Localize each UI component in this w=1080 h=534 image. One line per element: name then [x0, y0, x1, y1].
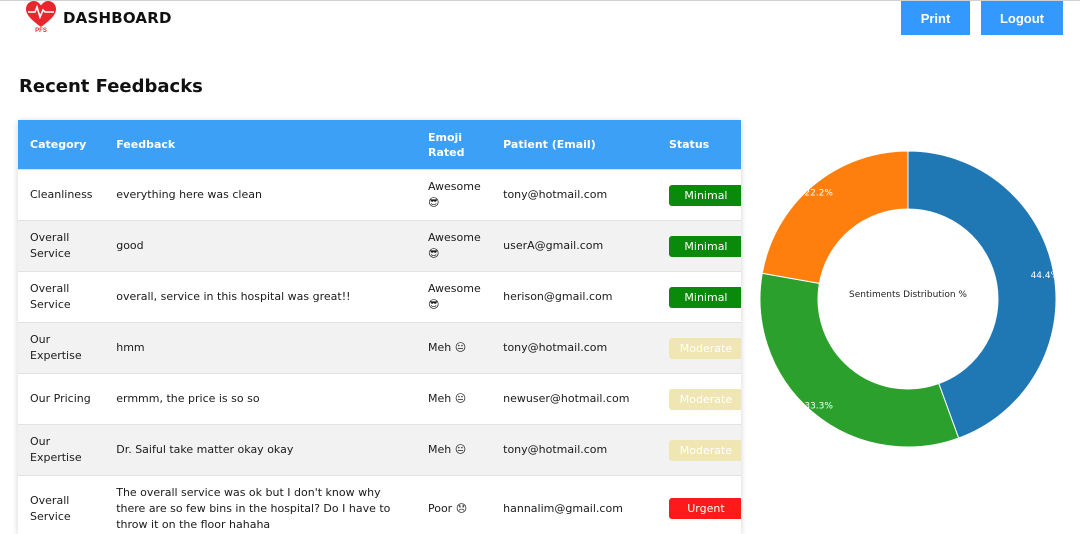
pie-slice: [761, 150, 909, 284]
print-button[interactable]: Print: [901, 1, 970, 35]
cell-email: tony@hotmail.com: [491, 322, 657, 374]
column-header-feedback: Feedback: [104, 120, 416, 170]
cell-emoji: Awesome 😎: [415, 271, 492, 323]
status-badge: Moderate: [668, 439, 741, 461]
cell-status: Minimal: [656, 169, 741, 221]
column-header-email: Patient (Email): [491, 120, 657, 170]
table-row: Our Expertise hmm Meh 😐 tony@hotmail.com…: [18, 322, 741, 374]
table-row: Our Pricing ermmm, the price is so so Me…: [18, 373, 741, 425]
table-header-row: Category Feedback Emoji Rated Patient (E…: [18, 120, 741, 170]
cell-feedback: good: [104, 220, 416, 272]
logout-button[interactable]: Logout: [981, 1, 1063, 35]
column-header-emoji: Emoji Rated: [415, 120, 492, 170]
cell-email: herison@gmail.com: [491, 271, 657, 323]
cell-status: Urgent: [656, 475, 741, 534]
cell-emoji: Meh 😐: [415, 322, 492, 374]
header: PFS DASHBOARD Print Logout: [0, 0, 1080, 40]
app-title: DASHBOARD: [63, 9, 172, 27]
cell-status: Moderate: [656, 322, 741, 374]
cell-category: Overall Service: [18, 475, 105, 534]
heart-logo-icon: PFS: [26, 1, 56, 34]
table-row: Cleanliness everything here was clean Aw…: [18, 169, 741, 221]
cell-status: Minimal: [656, 220, 741, 272]
cell-emoji: Meh 😐: [415, 424, 492, 476]
cell-email: tony@hotmail.com: [491, 169, 657, 221]
cell-email: userA@gmail.com: [491, 220, 657, 272]
table-row: Our Expertise Dr. Saiful take matter oka…: [18, 424, 741, 476]
status-badge: Minimal: [668, 286, 741, 308]
cell-emoji: Poor 😞: [415, 475, 492, 534]
cell-email: hannalim@gmail.com: [491, 475, 657, 534]
cell-category: Our Expertise: [18, 424, 105, 476]
cell-emoji: Meh 😐: [415, 373, 492, 425]
status-badge: Minimal: [668, 235, 741, 257]
cell-category: Our Expertise: [18, 322, 105, 374]
cell-email: newuser@hotmail.com: [491, 373, 657, 425]
status-badge: Minimal: [668, 184, 741, 206]
status-badge: Moderate: [668, 388, 741, 410]
slice-label: 22.2%: [804, 189, 833, 199]
cell-status: Minimal: [656, 271, 741, 323]
cell-feedback: Dr. Saiful take matter okay okay: [104, 424, 416, 476]
cell-category: Overall Service: [18, 271, 105, 323]
cell-feedback: The overall service was ok but I don't k…: [104, 475, 416, 534]
feedback-table: Category Feedback Emoji Rated Patient (E…: [18, 120, 741, 534]
cell-feedback: ermmm, the price is so so: [104, 373, 416, 425]
cell-feedback: everything here was clean: [104, 169, 416, 221]
cell-category: Our Pricing: [18, 373, 105, 425]
cell-category: Overall Service: [18, 220, 105, 272]
cell-emoji: Awesome 😎: [415, 220, 492, 272]
cell-category: Cleanliness: [18, 169, 105, 221]
status-badge: Urgent: [668, 498, 741, 520]
sentiment-donut-chart: 44.4% 33.3% 22.2%: [759, 150, 1060, 448]
cell-emoji: Awesome 😎: [415, 169, 492, 221]
cell-status: Moderate: [656, 373, 741, 425]
cell-email: tony@hotmail.com: [491, 424, 657, 476]
status-badge: Moderate: [668, 337, 741, 359]
column-header-category: Category: [18, 120, 105, 170]
chart-title: Sentiments Distribution %: [849, 290, 967, 300]
table-row: Overall Service The overall service was …: [18, 475, 741, 534]
cell-status: Moderate: [656, 424, 741, 476]
cell-feedback: hmm: [104, 322, 416, 374]
slice-label: 44.4%: [1031, 271, 1060, 281]
table-row: Overall Service good Awesome 😎 userA@gma…: [18, 220, 741, 272]
column-header-status: Status: [656, 120, 741, 170]
cell-feedback: overall, service in this hospital was gr…: [104, 271, 416, 323]
slice-label: 33.3%: [804, 401, 833, 411]
table-row: Overall Service overall, service in this…: [18, 271, 741, 323]
page-title: Recent Feedbacks: [19, 76, 203, 97]
logo-text: PFS: [35, 28, 47, 34]
